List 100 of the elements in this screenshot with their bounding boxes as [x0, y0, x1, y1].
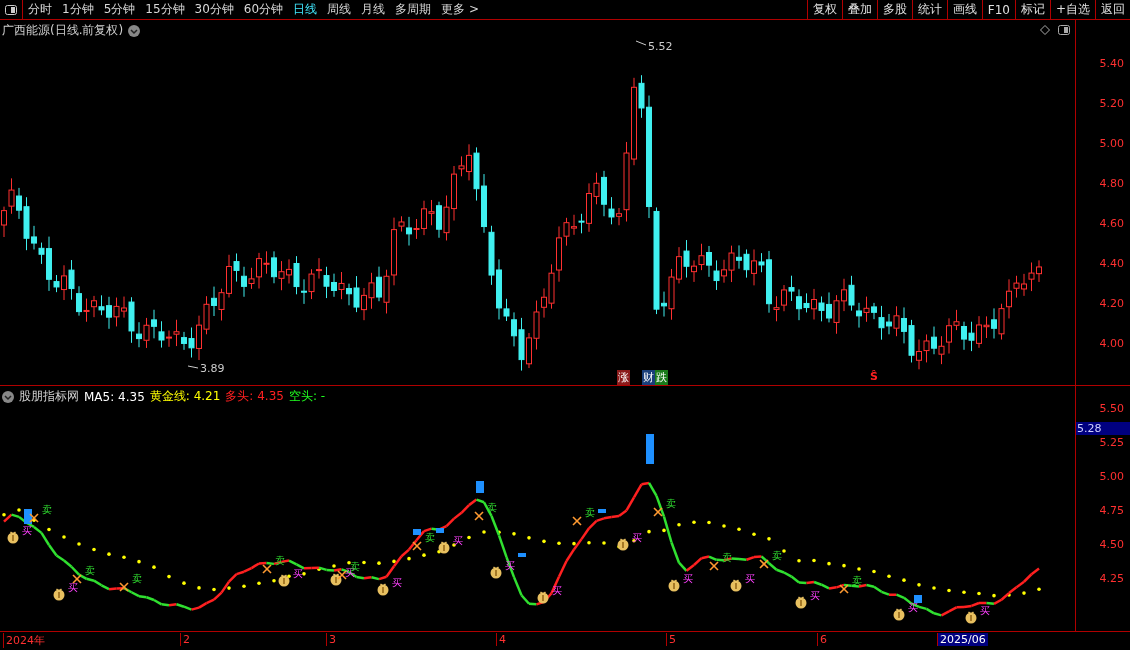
date-label: 3: [326, 633, 338, 646]
money-bag-icon: [730, 579, 742, 592]
axis-label: 5.25: [1099, 436, 1124, 449]
cross-icon: [337, 570, 347, 580]
signal-bar: [518, 553, 526, 557]
signal-label: 卖: [772, 551, 782, 561]
indicator-name: 股朋指标网: [19, 388, 79, 405]
date-label: 2024年: [3, 633, 47, 648]
period-tab[interactable]: 15分钟: [140, 1, 190, 18]
low-price-label: 3.89: [187, 362, 225, 375]
legend-value: 黄金线: 4.21: [149, 388, 221, 405]
cross-icon: [29, 513, 39, 523]
cross-icon: [119, 582, 129, 592]
money-bag-icon: [795, 596, 807, 609]
axis-label: 4.50: [1099, 538, 1124, 551]
money-bag-icon: [377, 583, 389, 596]
signal-label: 卖: [85, 566, 95, 576]
axis-label: 5.40: [1099, 57, 1124, 70]
legend-value: 空头: -: [288, 388, 326, 405]
date-label: 6: [817, 633, 829, 646]
period-tab[interactable]: 60分钟: [238, 1, 289, 18]
money-bag-icon: [278, 574, 290, 587]
signal-label: 买: [980, 606, 990, 616]
date-label: 2: [180, 633, 192, 646]
axis-label: 4.40: [1099, 257, 1124, 270]
signal-bar: [914, 595, 922, 603]
money-bag-icon: [893, 608, 905, 621]
signal-label: 买: [632, 533, 642, 543]
event-marker[interactable]: 涨: [617, 370, 630, 385]
signal-label: 卖: [42, 505, 52, 515]
period-tab[interactable]: 分时: [23, 1, 57, 18]
axis-label: 5.20: [1099, 97, 1124, 110]
dropdown-icon[interactable]: [128, 24, 141, 37]
signal-label: 卖: [666, 499, 676, 509]
signal-label: 买: [908, 603, 918, 613]
chart-title: 广西能源(日线.前复权): [2, 22, 124, 39]
axis-label: 4.20: [1099, 297, 1124, 310]
money-bag-icon: [490, 566, 502, 579]
axis-label: 4.75: [1099, 504, 1124, 517]
period-tab[interactable]: 更多 >: [436, 1, 484, 18]
signal-bar: [24, 509, 32, 524]
money-bag-icon: [537, 591, 549, 604]
cross-icon: [839, 584, 849, 594]
legend-value: 多头: 4.35: [225, 388, 284, 405]
period-tab[interactable]: 周线: [322, 1, 357, 18]
axis-label: 4.60: [1099, 217, 1124, 230]
cross-icon: [759, 559, 769, 569]
period-tab[interactable]: 1分钟: [57, 1, 99, 18]
cross-icon: [653, 507, 663, 517]
signal-bar: [413, 529, 421, 535]
signal-bar: [598, 509, 606, 513]
event-marker[interactable]: Ŝ: [869, 370, 879, 383]
period-tab[interactable]: 5分钟: [98, 1, 141, 18]
cross-icon: [412, 541, 422, 551]
signal-bar: [646, 434, 654, 464]
date-label: 4: [496, 633, 508, 646]
period-tab[interactable]: 日线: [288, 1, 323, 18]
signal-label: 卖: [132, 574, 142, 584]
signal-label: 买: [68, 583, 78, 593]
cross-icon: [572, 516, 582, 526]
signal-bar: [476, 481, 484, 493]
money-bag-icon: [7, 531, 19, 544]
cross-icon: [262, 564, 272, 574]
money-bag-icon: [438, 541, 450, 554]
cross-icon: [72, 574, 82, 584]
axis-label: 5.50: [1099, 402, 1124, 415]
axis-label: 4.25: [1099, 572, 1124, 585]
money-bag-icon: [668, 579, 680, 592]
axis-label: 5.00: [1099, 137, 1124, 150]
legend-value: MA5: 4.35: [84, 389, 145, 404]
signal-label: 卖: [852, 576, 862, 586]
period-tab[interactable]: 30分钟: [189, 1, 239, 18]
axis-label: 4.80: [1099, 177, 1124, 190]
signal-label: 买: [392, 578, 402, 588]
money-bag-icon: [53, 588, 65, 601]
signal-label: 买: [810, 591, 820, 601]
date-label: 2025/06: [937, 633, 988, 646]
signal-label: 买: [683, 574, 693, 584]
signal-label: 卖: [425, 533, 435, 543]
axis-label: 4.00: [1099, 337, 1124, 350]
diamond-icon[interactable]: [1040, 25, 1050, 35]
signal-label: 买: [745, 574, 755, 584]
money-bag-icon: [617, 538, 629, 551]
signal-label: 卖: [585, 508, 595, 518]
period-tab[interactable]: 多周期: [390, 1, 437, 18]
axis-label: 5.00: [1099, 470, 1124, 483]
cursor-value: 5.28: [1076, 422, 1130, 435]
dropdown-icon[interactable]: [2, 390, 14, 403]
money-bag-icon: [330, 573, 342, 586]
cross-icon: [474, 511, 484, 521]
high-price-label: 5.52: [635, 40, 673, 53]
event-marker[interactable]: 跌: [655, 370, 668, 385]
date-label: 5: [666, 633, 678, 646]
period-tab[interactable]: 月线: [356, 1, 391, 18]
signal-bar: [436, 528, 444, 533]
signal-label: 买: [453, 536, 463, 546]
panel-toggle-icon[interactable]: [1058, 25, 1070, 35]
cross-icon: [709, 561, 719, 571]
money-bag-icon: [965, 611, 977, 624]
event-marker[interactable]: 财: [642, 370, 655, 385]
